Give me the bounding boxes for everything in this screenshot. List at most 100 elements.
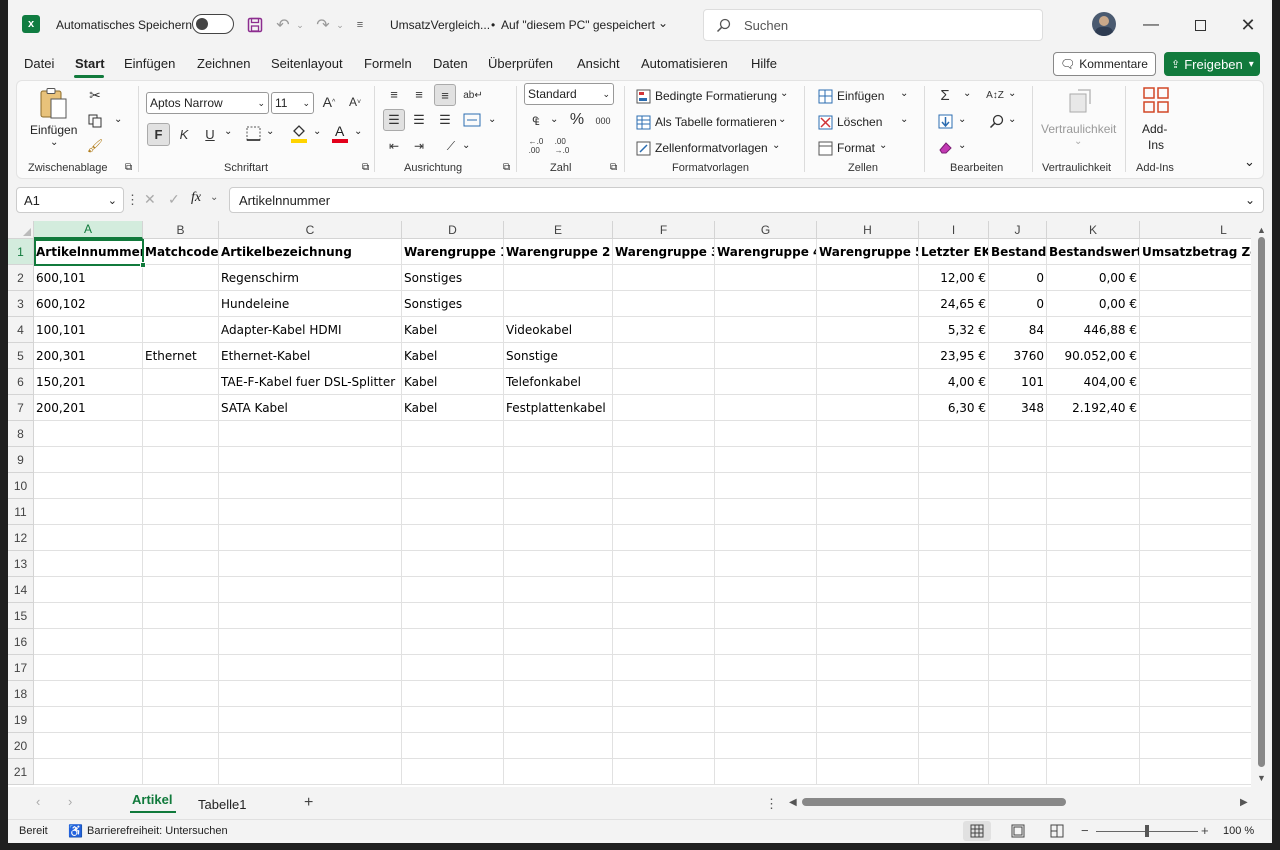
tab-automatisieren[interactable]: Automatisieren: [641, 56, 728, 71]
tab-start[interactable]: Start: [75, 56, 105, 71]
table-cell[interactable]: [613, 473, 715, 499]
table-cell[interactable]: [143, 655, 219, 681]
copy-dropdown-icon[interactable]: ⌄: [114, 114, 122, 125]
table-cell[interactable]: [817, 655, 919, 681]
table-cell[interactable]: [1140, 655, 1251, 681]
row-header-19[interactable]: 19: [8, 707, 34, 733]
underline-button[interactable]: U: [201, 123, 219, 146]
table-cell[interactable]: [817, 447, 919, 473]
decrease-indent-icon[interactable]: ⇤: [385, 137, 403, 155]
table-cell[interactable]: [1047, 681, 1140, 707]
table-cell[interactable]: [715, 733, 817, 759]
column-title-cell[interactable]: Artikelbezeichnung: [219, 239, 402, 265]
format-as-table-chevron-icon[interactable]: ⌄: [778, 114, 786, 125]
table-cell[interactable]: Kabel: [402, 395, 504, 421]
column-title-cell[interactable]: Bestandswert: [1047, 239, 1140, 265]
table-cell[interactable]: [989, 603, 1047, 629]
table-cell[interactable]: [219, 707, 402, 733]
table-cell[interactable]: [34, 681, 143, 707]
table-cell[interactable]: [817, 291, 919, 317]
table-cell[interactable]: [919, 525, 989, 551]
table-cell[interactable]: [715, 447, 817, 473]
table-cell[interactable]: [402, 655, 504, 681]
table-cell[interactable]: [1140, 759, 1251, 785]
close-icon[interactable]: ✕: [1233, 10, 1263, 40]
horizontal-scroll-thumb[interactable]: [802, 798, 1066, 806]
table-cell[interactable]: [613, 317, 715, 343]
save-icon[interactable]: [245, 15, 265, 35]
redo-icon[interactable]: ↷: [313, 15, 333, 35]
scroll-up-icon[interactable]: ▲: [1257, 225, 1266, 235]
table-cell[interactable]: [34, 629, 143, 655]
sort-filter-dropdown-icon[interactable]: ⌄: [1008, 88, 1016, 99]
table-cell[interactable]: [504, 447, 613, 473]
table-cell[interactable]: [715, 317, 817, 343]
table-cell[interactable]: [1140, 265, 1251, 291]
prev-sheet-icon[interactable]: ‹: [36, 794, 40, 809]
table-cell[interactable]: [989, 733, 1047, 759]
confirm-formula-icon[interactable]: ✓: [168, 191, 180, 208]
table-cell[interactable]: [919, 473, 989, 499]
tab-datei[interactable]: Datei: [24, 56, 54, 71]
table-cell[interactable]: [1047, 447, 1140, 473]
column-header-c[interactable]: C: [219, 221, 402, 239]
table-cell[interactable]: 200,201: [34, 395, 143, 421]
delete-cells-icon[interactable]: [817, 114, 833, 130]
table-cell[interactable]: [919, 759, 989, 785]
formula-input[interactable]: Artikelnnummer ⌄: [229, 187, 1264, 213]
delete-cells-chevron-icon[interactable]: ⌄: [900, 114, 908, 125]
formula-bar-grip-icon[interactable]: ⋮: [126, 192, 139, 208]
align-right-icon[interactable]: ☰: [436, 111, 454, 129]
table-cell[interactable]: [402, 603, 504, 629]
table-cell[interactable]: [1140, 395, 1251, 421]
table-cell[interactable]: [143, 629, 219, 655]
table-cell[interactable]: [989, 421, 1047, 447]
table-cell[interactable]: [34, 551, 143, 577]
table-cell[interactable]: [1140, 473, 1251, 499]
table-cell[interactable]: [402, 681, 504, 707]
table-cell[interactable]: [613, 395, 715, 421]
column-title-cell[interactable]: Warengruppe 3: [613, 239, 715, 265]
table-cell[interactable]: [817, 707, 919, 733]
share-button[interactable]: ⇪ Freigeben ▾: [1164, 52, 1260, 76]
tab-daten[interactable]: Daten: [433, 56, 468, 71]
table-cell[interactable]: 6,30 €: [919, 395, 989, 421]
table-cell[interactable]: [504, 629, 613, 655]
table-cell[interactable]: [219, 421, 402, 447]
table-cell[interactable]: [143, 603, 219, 629]
table-cell[interactable]: [219, 733, 402, 759]
table-cell[interactable]: [817, 733, 919, 759]
spreadsheet-grid[interactable]: ABCDEFGHIJKL 1 2 3 4 5 6 7 8 9 10 11 12 13 14 15 16 17 18…: [8, 221, 1251, 787]
font-color-icon[interactable]: A: [331, 122, 349, 144]
table-cell[interactable]: [1047, 629, 1140, 655]
table-cell[interactable]: [504, 291, 613, 317]
row-header-18[interactable]: 18: [8, 681, 34, 707]
row-header-10[interactable]: 10: [8, 473, 34, 499]
tab-ueberpruefen[interactable]: Überprüfen: [488, 56, 553, 71]
table-cell[interactable]: [715, 707, 817, 733]
column-title-cell[interactable]: Warengruppe 1: [402, 239, 504, 265]
table-cell[interactable]: [715, 473, 817, 499]
table-cell[interactable]: [613, 733, 715, 759]
table-cell[interactable]: Adapter-Kabel HDMI: [219, 317, 402, 343]
fill-handle[interactable]: [140, 262, 146, 268]
accounting-format-icon[interactable]: ₠: [526, 112, 546, 130]
paste-icon[interactable]: [36, 86, 70, 122]
column-header-j[interactable]: J: [989, 221, 1047, 239]
row-header-2[interactable]: 2: [8, 265, 34, 291]
undo-dropdown-icon[interactable]: ⌄: [294, 15, 306, 35]
table-cell[interactable]: [1047, 655, 1140, 681]
table-cell[interactable]: [402, 551, 504, 577]
underline-dropdown-icon[interactable]: ⌄: [224, 126, 232, 137]
vertical-scrollbar[interactable]: ▲ ▼: [1251, 221, 1272, 787]
table-cell[interactable]: [715, 525, 817, 551]
table-cell[interactable]: [1047, 525, 1140, 551]
table-cell[interactable]: [504, 577, 613, 603]
find-select-dropdown-icon[interactable]: ⌄: [1008, 114, 1016, 125]
table-cell[interactable]: [34, 447, 143, 473]
ribbon-collapse-icon[interactable]: ⌄: [1244, 154, 1255, 170]
maximize-icon[interactable]: [1185, 10, 1215, 40]
table-cell[interactable]: [1047, 603, 1140, 629]
table-cell[interactable]: [1047, 759, 1140, 785]
row-header-6[interactable]: 6: [8, 369, 34, 395]
